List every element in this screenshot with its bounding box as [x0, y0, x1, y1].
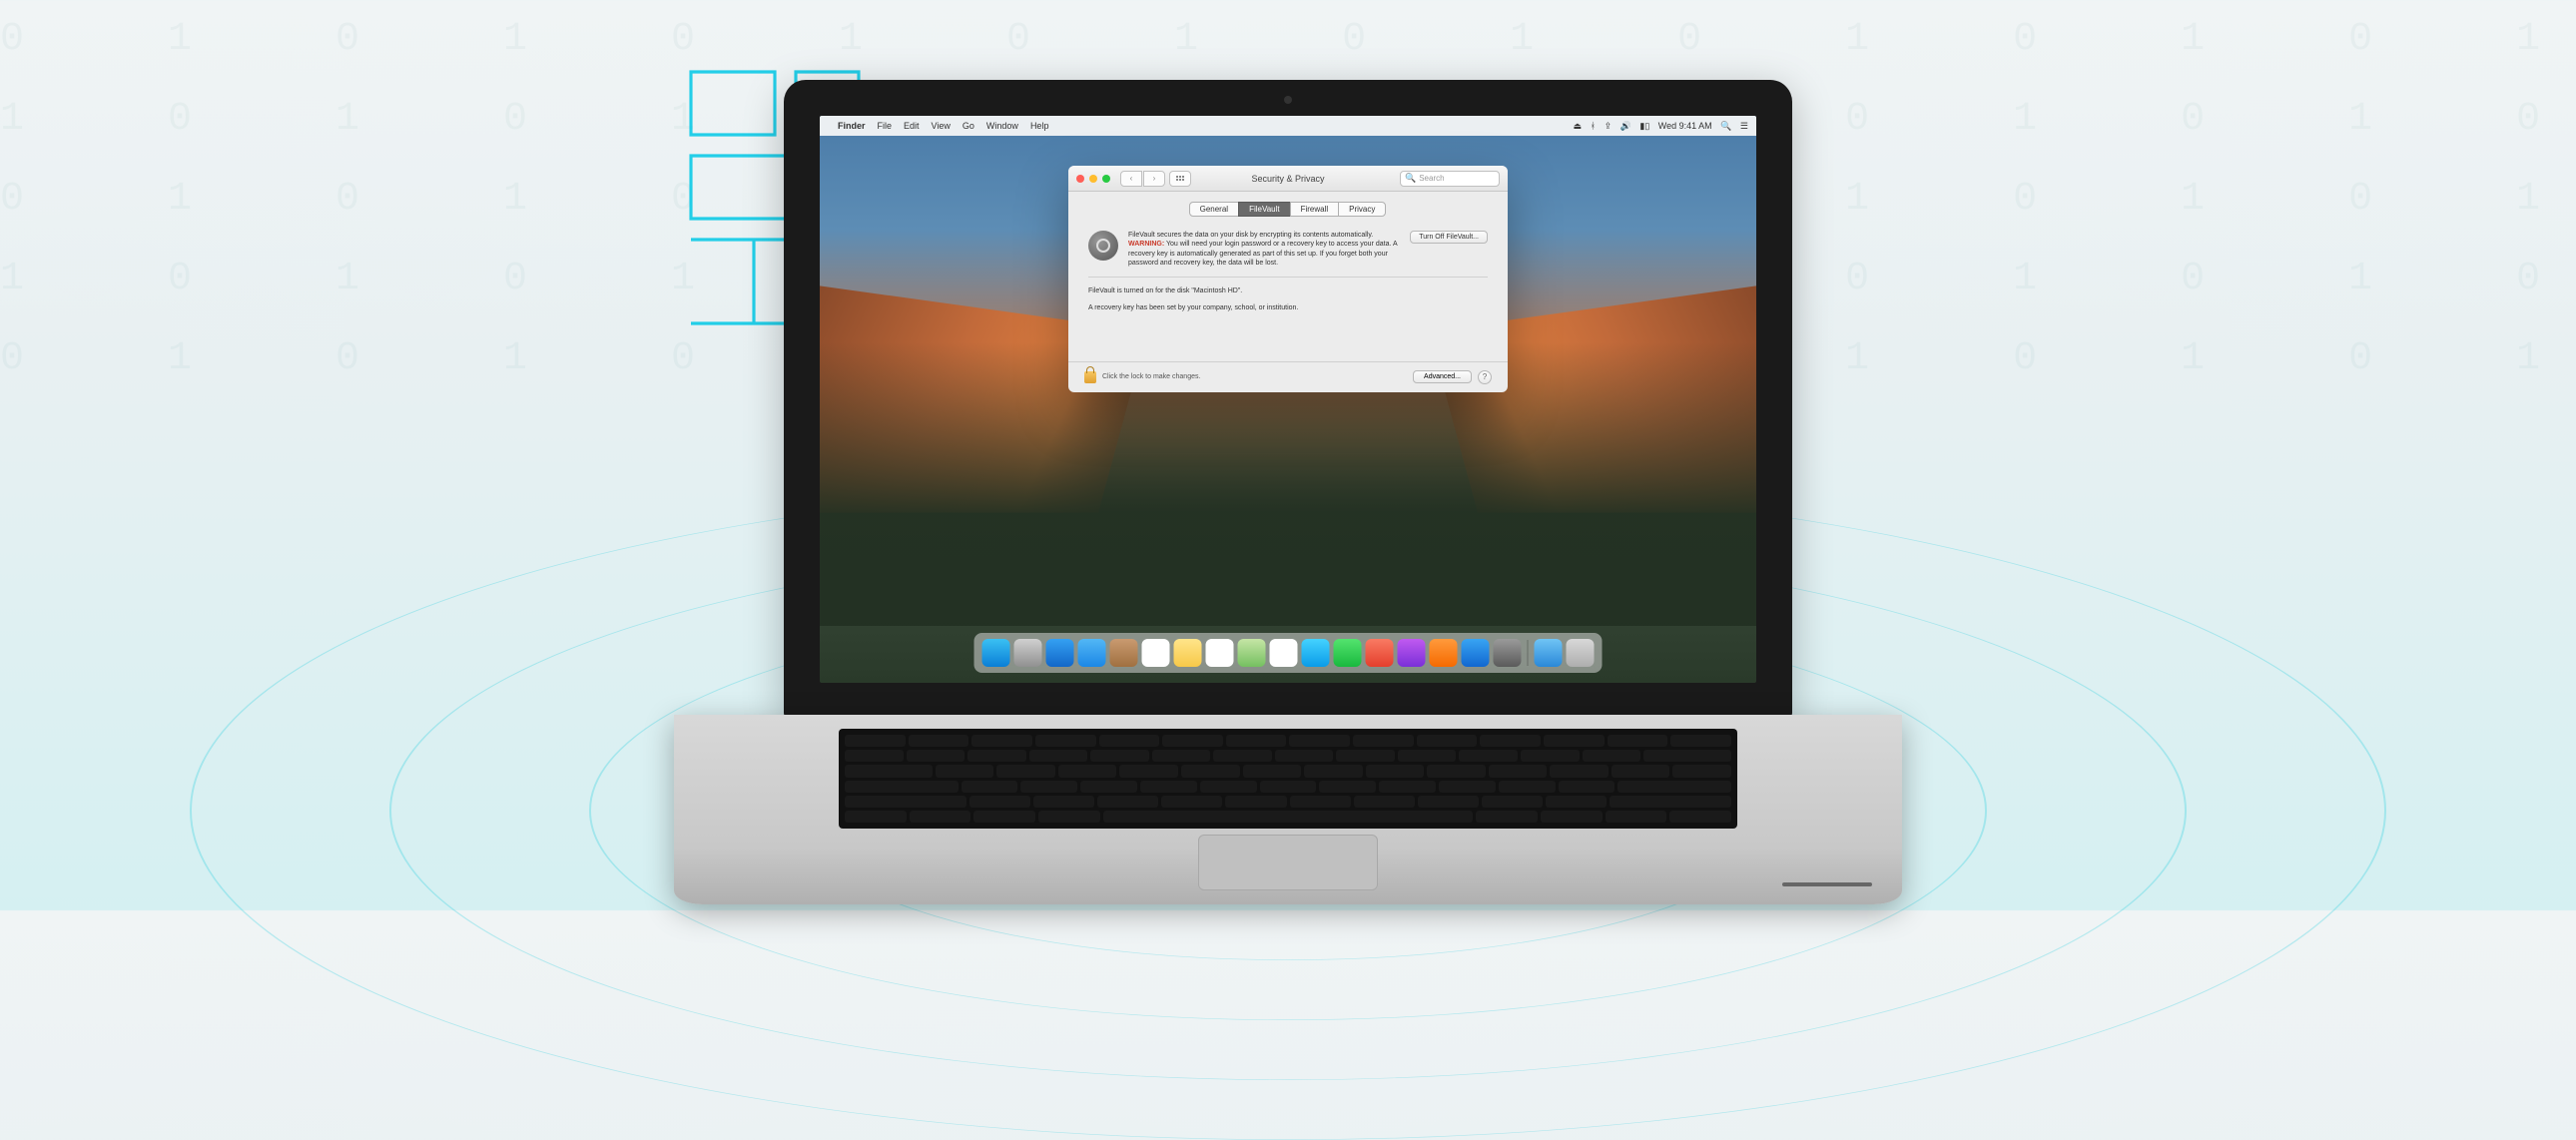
security-privacy-window[interactable]: ‹ › Security & Privacy 🔍 Search General …: [1068, 166, 1508, 392]
dock-item-maps[interactable]: [1238, 639, 1266, 667]
dock-item-mail[interactable]: [1078, 639, 1106, 667]
notification-center-icon[interactable]: ☰: [1740, 121, 1748, 131]
window-titlebar[interactable]: ‹ › Security & Privacy 🔍 Search: [1068, 166, 1508, 192]
filevault-status: FileVault is turned on for the disk "Mac…: [1088, 287, 1488, 294]
desktop[interactable]: Finder File Edit View Go Window Help ⏏ ᚼ…: [820, 116, 1756, 683]
wifi-icon[interactable]: ⏏: [1574, 121, 1583, 131]
tab-privacy[interactable]: Privacy: [1338, 202, 1386, 217]
volume-icon[interactable]: 🔊: [1620, 121, 1631, 131]
search-placeholder: Search: [1419, 174, 1444, 183]
turn-off-filevault-button[interactable]: Turn Off FileVault...: [1410, 231, 1488, 244]
menubar-status-icons[interactable]: ⏏ ᚼ ⇪ 🔊 ▮▯ Wed 9:41 AM 🔍 ☰: [1568, 121, 1748, 132]
dock-item-downloads[interactable]: [1535, 639, 1563, 667]
sd-slot: [1782, 882, 1872, 886]
show-all-button[interactable]: [1169, 171, 1191, 187]
laptop-deck: [674, 715, 1902, 904]
window-footer: Click the lock to make changes. Advanced…: [1068, 361, 1508, 392]
forward-button[interactable]: ›: [1143, 171, 1165, 187]
menubar-item-file[interactable]: File: [878, 121, 893, 131]
window-title: Security & Privacy: [1251, 174, 1324, 184]
help-button[interactable]: ?: [1478, 370, 1492, 384]
battery-icon[interactable]: ▮▯: [1639, 121, 1649, 131]
filevault-icon: [1088, 231, 1118, 261]
search-input[interactable]: 🔍 Search: [1400, 171, 1500, 187]
advanced-button[interactable]: Advanced...: [1413, 370, 1472, 383]
dock-item-messages[interactable]: [1302, 639, 1330, 667]
dock-item-contacts[interactable]: [1110, 639, 1138, 667]
dock-item-reminders[interactable]: [1206, 639, 1234, 667]
zoom-button[interactable]: [1102, 175, 1110, 183]
dock-item-appstore[interactable]: [1462, 639, 1490, 667]
dock-item-safari[interactable]: [1046, 639, 1074, 667]
dock-item-finder[interactable]: [982, 639, 1010, 667]
wifi-icon[interactable]: ⇪: [1605, 121, 1612, 131]
tab-firewall[interactable]: Firewall: [1290, 202, 1340, 217]
dock-item-preferences[interactable]: [1494, 639, 1522, 667]
dock-item-trash[interactable]: [1567, 639, 1595, 667]
close-button[interactable]: [1076, 175, 1084, 183]
back-button[interactable]: ‹: [1120, 171, 1142, 187]
traffic-lights: [1076, 175, 1110, 183]
grid-icon: [1176, 176, 1184, 181]
menubar-item-go[interactable]: Go: [963, 121, 974, 131]
bluetooth-icon[interactable]: ᚼ: [1591, 121, 1596, 131]
menubar-item-help[interactable]: Help: [1030, 121, 1049, 131]
tabs: General FileVault Firewall Privacy: [1068, 192, 1508, 225]
dock-item-calendar[interactable]: [1142, 639, 1170, 667]
dock-separator: [1528, 640, 1529, 666]
tab-filevault[interactable]: FileVault: [1238, 202, 1291, 217]
recovery-key-note: A recovery key has been set by your comp…: [1088, 304, 1488, 311]
filevault-description: FileVault secures the data on your disk …: [1128, 231, 1400, 269]
dock-item-itunes[interactable]: [1398, 639, 1426, 667]
spotlight-icon[interactable]: 🔍: [1720, 121, 1731, 131]
filevault-content: FileVault secures the data on your disk …: [1068, 225, 1508, 361]
dock-item-facetime[interactable]: [1334, 639, 1362, 667]
lock-text: Click the lock to make changes.: [1102, 373, 1200, 380]
trackpad: [1198, 835, 1378, 890]
dock-item-notes[interactable]: [1174, 639, 1202, 667]
dock[interactable]: [974, 633, 1603, 673]
keyboard: [839, 729, 1737, 829]
search-icon: 🔍: [1405, 173, 1416, 184]
dock-item-ibooks[interactable]: [1430, 639, 1458, 667]
laptop-screen-frame: Finder File Edit View Go Window Help ⏏ ᚼ…: [784, 80, 1792, 719]
menubar-clock[interactable]: Wed 9:41 AM: [1658, 121, 1712, 131]
dock-item-photos[interactable]: [1270, 639, 1298, 667]
menubar-item-window[interactable]: Window: [986, 121, 1018, 131]
minimize-button[interactable]: [1089, 175, 1097, 183]
menubar-item-view[interactable]: View: [932, 121, 951, 131]
menubar[interactable]: Finder File Edit View Go Window Help ⏏ ᚼ…: [820, 116, 1756, 136]
tab-general[interactable]: General: [1189, 202, 1239, 217]
dock-item-photobooth[interactable]: [1366, 639, 1394, 667]
laptop-mockup: Finder File Edit View Go Window Help ⏏ ᚼ…: [784, 80, 1792, 904]
menubar-item-edit[interactable]: Edit: [904, 121, 920, 131]
menubar-app-name[interactable]: Finder: [838, 121, 866, 131]
lock-icon[interactable]: [1084, 371, 1096, 383]
camera-icon: [1284, 96, 1292, 104]
dock-item-launchpad[interactable]: [1014, 639, 1042, 667]
